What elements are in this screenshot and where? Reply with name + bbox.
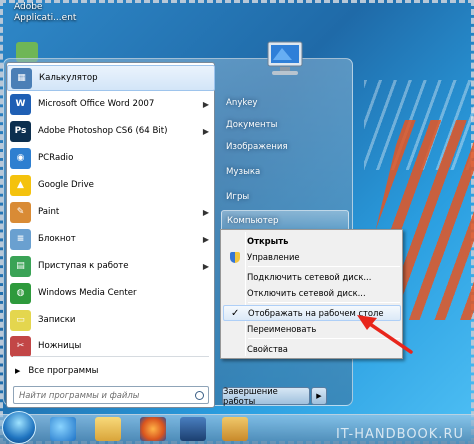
submenu-arrow-icon[interactable]: ▶	[203, 262, 209, 271]
program-item[interactable]: ◍ Windows Media Center	[7, 280, 215, 306]
notepad-icon: ≡	[10, 228, 31, 250]
submenu-arrow-icon[interactable]: ▶	[203, 127, 209, 136]
program-item[interactable]: ◉ PCRadio	[7, 145, 215, 171]
programs-separator	[13, 356, 209, 357]
watermark: IT-HANDBOOK.RU	[335, 427, 464, 442]
search-placeholder: Найти программы и файлы	[19, 390, 140, 400]
shutdown-options-button[interactable]: ▶	[311, 387, 327, 405]
program-label: Калькулятор	[39, 73, 98, 83]
triangle-right-icon: ▶	[15, 367, 21, 375]
context-menu-item[interactable]: Управление	[223, 249, 401, 265]
submenu-arrow-icon[interactable]: ▶	[203, 235, 209, 244]
program-item[interactable]: W Microsoft Office Word 2007 ▶	[7, 91, 215, 117]
desktop-label-line-1: Adobe	[14, 2, 43, 12]
program-label: Приступая к работе	[38, 261, 129, 271]
red-arrow-annotation	[357, 315, 413, 354]
start-menu-link[interactable]: Музыка	[221, 161, 349, 183]
triangle-right-icon: ▶	[316, 392, 322, 400]
sticky-notes-icon: ▭	[10, 309, 31, 331]
program-item[interactable]: ▭ Записки	[7, 307, 215, 333]
start-menu-programs-pane: ▦ Калькулятор W Microsoft Office Word 2007 ▶…	[6, 62, 215, 408]
program-label: Windows Media Center	[38, 288, 137, 298]
computer-icon	[267, 41, 303, 75]
getting-started-icon: ▤	[10, 255, 31, 277]
program-label: Microsoft Office Word 2007	[38, 99, 155, 109]
program-item[interactable]: ≡ Блокнот ▶	[7, 226, 215, 252]
context-menu-separator	[248, 266, 400, 267]
program-item[interactable]: ▦ Калькулятор	[7, 65, 215, 91]
start-menu-link-label: Компьютер	[227, 216, 279, 226]
shutdown-label: Завершение работы	[223, 386, 278, 406]
start-button[interactable]	[2, 411, 36, 444]
start-menu-link-label: Документы	[226, 120, 278, 130]
google-drive-icon: ▲	[10, 174, 31, 196]
start-menu-link-label: Изображения	[226, 142, 288, 152]
all-programs-button[interactable]: ▶ Все программы	[7, 362, 215, 380]
context-menu-item-label: Управление	[247, 252, 300, 262]
program-label: Google Drive	[38, 180, 94, 190]
context-menu-item-label: Свойства	[247, 344, 288, 354]
program-item[interactable]: Ps Adobe Photoshop CS6 (64 Bit) ▶	[7, 118, 215, 144]
context-menu-item-label: Переименовать	[247, 324, 317, 334]
uac-shield-icon	[230, 251, 240, 263]
program-label: Ножницы	[38, 341, 82, 351]
shutdown-button[interactable]: Завершение работы	[222, 386, 310, 406]
paint-icon: ✎	[10, 201, 31, 223]
program-item[interactable]: ▤ Приступая к работе ▶	[7, 253, 215, 279]
start-menu-link-label: Игры	[226, 192, 250, 202]
program-item[interactable]: ▲ Google Drive	[7, 172, 215, 198]
desktop-label-line-2: Applicati...ent	[14, 13, 77, 23]
start-menu-link[interactable]: Anykey	[221, 92, 349, 114]
context-menu-item-label: Отключить сетевой диск...	[247, 288, 366, 298]
paint-taskbar-icon[interactable]	[222, 417, 248, 441]
program-label: PCRadio	[38, 153, 74, 163]
desktop-icon-label[interactable]: Adobe Applicati...ent	[14, 2, 76, 24]
calculator-icon: ▦	[11, 67, 32, 89]
start-menu-link-label: Anykey	[226, 98, 258, 108]
program-label: Adobe Photoshop CS6 (64 Bit)	[38, 126, 168, 136]
firefox-icon[interactable]	[140, 417, 166, 441]
all-programs-label: Все программы	[28, 366, 99, 376]
context-menu-item-label: Открыть	[247, 236, 289, 246]
program-label: Paint	[38, 207, 60, 217]
word-icon: W	[10, 93, 31, 115]
start-menu-link-label: Музыка	[226, 167, 261, 177]
program-label: Записки	[38, 315, 76, 325]
program-label: Блокнот	[38, 234, 76, 244]
start-menu-link[interactable]: Изображения	[221, 136, 349, 158]
start-menu-link[interactable]: Игры	[221, 186, 349, 208]
checkmark-icon: ✓	[231, 307, 240, 319]
media-center-icon: ◍	[10, 282, 31, 304]
pcradio-icon: ◉	[10, 147, 31, 169]
submenu-arrow-icon[interactable]: ▶	[203, 208, 209, 217]
search-icon	[195, 390, 204, 400]
submenu-arrow-icon[interactable]: ▶	[203, 100, 209, 109]
explorer-folder-icon[interactable]	[95, 417, 121, 441]
program-item[interactable]: ✎ Paint ▶	[7, 199, 215, 225]
internet-explorer-icon[interactable]	[50, 417, 76, 441]
snipping-tool-icon: ✂	[10, 335, 31, 357]
search-input[interactable]: Найти программы и файлы	[13, 386, 209, 404]
start-menu-link[interactable]: Документы	[221, 114, 349, 136]
media-player-icon[interactable]	[180, 417, 206, 441]
context-menu-item[interactable]: Подключить сетевой диск...	[223, 269, 401, 285]
photoshop-icon: Ps	[10, 120, 31, 142]
context-menu-separator	[248, 302, 400, 303]
context-menu-item[interactable]: Отключить сетевой диск...	[223, 285, 401, 301]
context-menu-item[interactable]: Открыть	[223, 233, 401, 249]
context-menu-item-label: Подключить сетевой диск...	[247, 272, 372, 282]
